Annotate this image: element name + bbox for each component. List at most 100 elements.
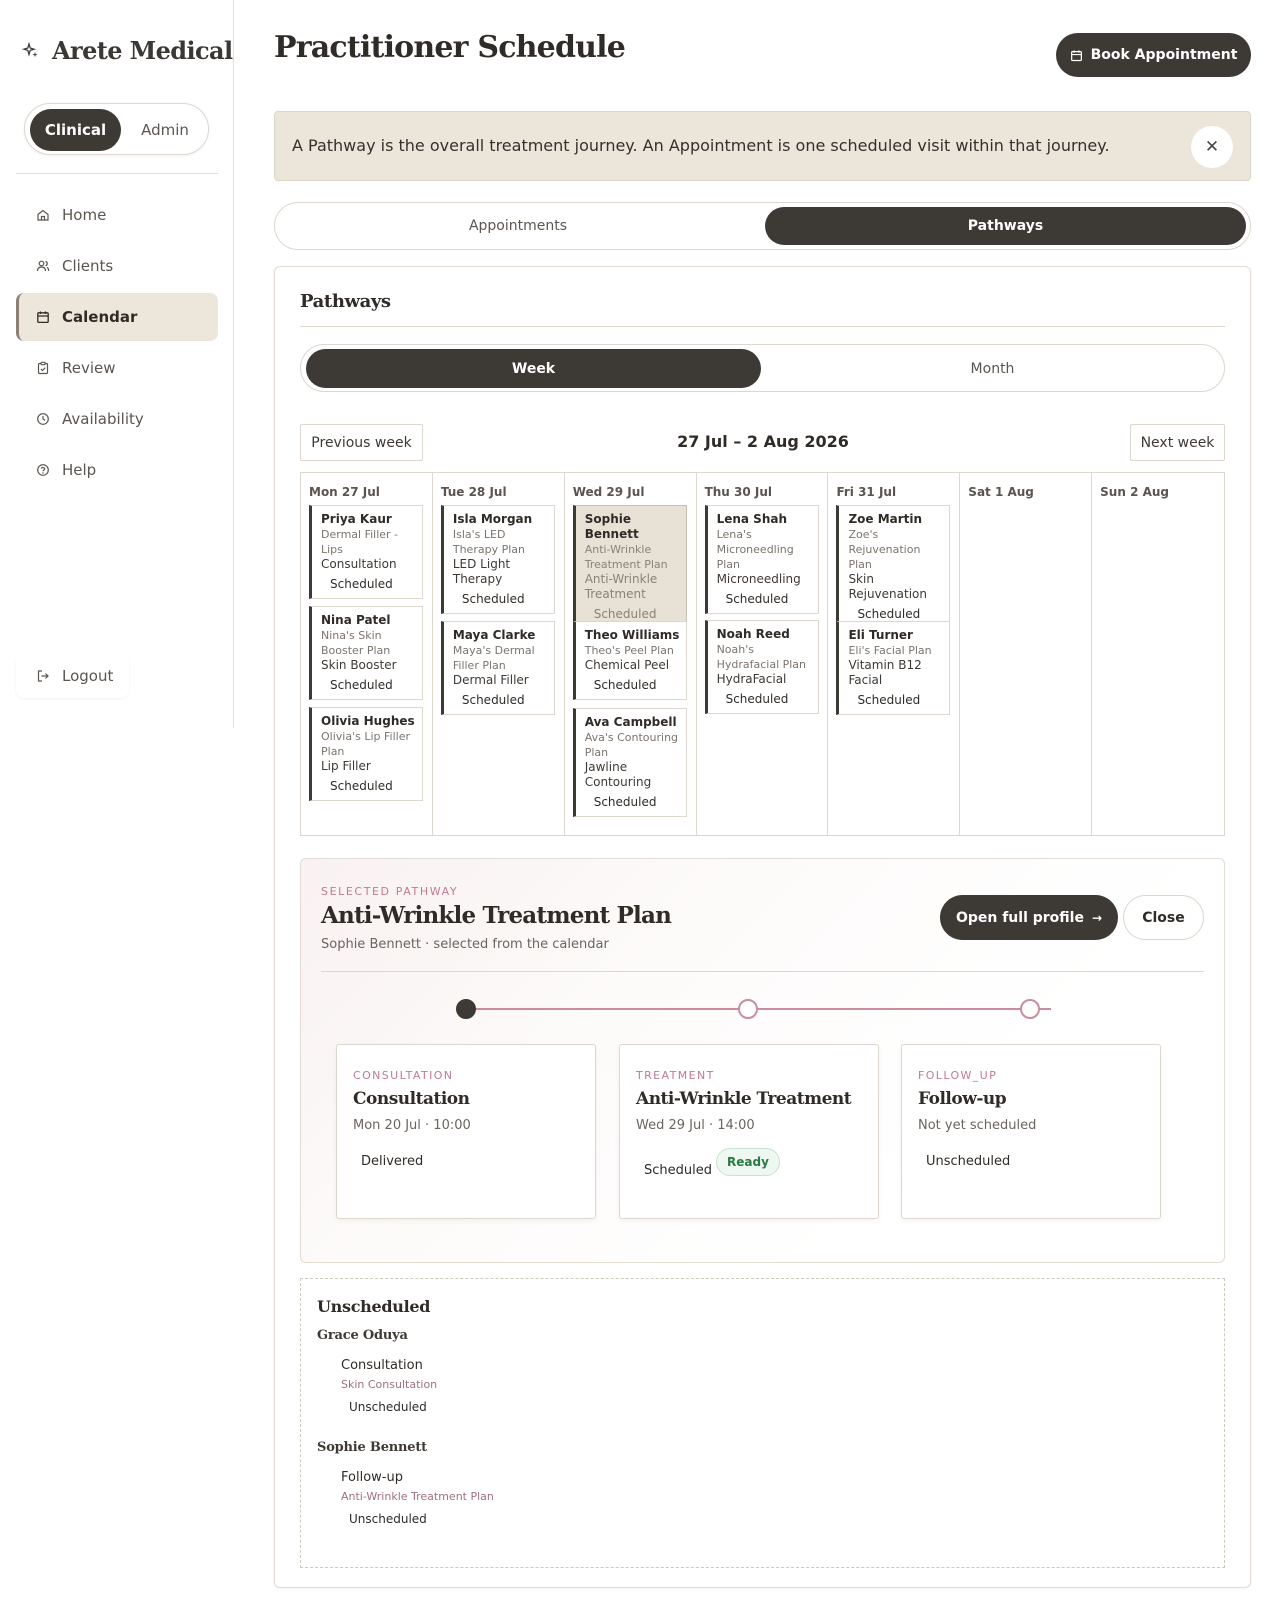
unscheduled-status: Unscheduled [349, 1512, 427, 1526]
pathway-card[interactable]: Priya Kaur Dermal Filler - Lips Consulta… [309, 505, 423, 599]
card-status: Scheduled [330, 779, 393, 793]
card-plan: Ava's Contouring Plan [584, 731, 679, 759]
sidebar-item-help[interactable]: Help [16, 446, 218, 494]
sidebar-item-label: Clients [62, 257, 114, 275]
sidebar-item-clients[interactable]: Clients [16, 242, 218, 290]
card-client: Priya Kaur [321, 512, 392, 526]
step-title: Anti-Wrinkle Treatment [636, 1089, 852, 1109]
step-eyebrow: FOLLOW_UP [918, 1069, 998, 1082]
sidebar-item-label: Review [62, 359, 116, 377]
clock-icon [36, 412, 50, 426]
pathway-card[interactable]: Noah Reed Noah's Hydrafacial Plan HydraF… [704, 620, 819, 714]
selected-pathway-panel: SELECTED PATHWAY Anti-Wrinkle Treatment … [300, 858, 1225, 1263]
card-client: Eli Turner [848, 628, 913, 642]
card-plan: Anti-Wrinkle Treatment Plan [584, 543, 668, 571]
card-status: Scheduled [593, 678, 657, 692]
pathway-step-treatment[interactable]: TREATMENT Anti-Wrinkle Treatment Wed 29 … [619, 1044, 879, 1219]
progress-dot-pending [1020, 999, 1040, 1019]
card-client: Zoe Martin [848, 512, 923, 526]
day-column-fri: Fri 31 Jul Zoe Martin Zoe's Rejuvenation… [828, 473, 961, 835]
selected-pathway-title: Anti-Wrinkle Treatment Plan [321, 902, 672, 929]
close-icon[interactable]: ✕ [1191, 126, 1233, 168]
step-when: Wed 29 Jul · 14:00 [636, 1118, 755, 1133]
mode-switch: Clinical Admin [24, 103, 209, 155]
card-plan: Olivia's Lip Filler Plan [321, 730, 410, 758]
card-treatment: Anti-Wrinkle Treatment [584, 572, 658, 601]
unscheduled-title: Unscheduled [317, 1297, 431, 1316]
pathway-card[interactable]: Isla Morgan Isla's LED Therapy Plan LED … [440, 505, 555, 614]
tab-appointments[interactable]: Appointments [279, 207, 757, 245]
sidebar-item-label: Help [62, 461, 97, 479]
unscheduled-section: Unscheduled Grace Oduya Consultation Ski… [300, 1278, 1225, 1568]
pathway-card[interactable]: Zoe Martin Zoe's Rejuvenation Plan Skin … [836, 505, 951, 629]
card-status: Scheduled [857, 607, 921, 621]
sidebar-item-label: Calendar [62, 308, 138, 326]
card-status: Scheduled [461, 693, 525, 707]
open-full-profile-button[interactable]: Open full profile → [940, 895, 1118, 940]
day-column-sun: Sun 2 Aug [1092, 473, 1224, 835]
card-treatment: Skin Rejuvenation [848, 572, 927, 601]
sidebar-item-availability[interactable]: Availability [16, 395, 218, 443]
sidebar-item-review[interactable]: Review [16, 344, 218, 392]
unscheduled-plan: Anti-Wrinkle Treatment Plan [341, 1490, 494, 1503]
card-client: Lena Shah [716, 512, 788, 526]
view-tabs: Appointments Pathways [274, 202, 1251, 250]
card-status: Scheduled [857, 693, 921, 707]
mode-admin-button[interactable]: Admin [125, 109, 205, 151]
brand[interactable]: Arete Medical [22, 36, 233, 65]
card-plan: Maya's Dermal Filler Plan [452, 644, 535, 672]
calendar-icon [36, 310, 50, 324]
card-treatment: Consultation [321, 557, 397, 571]
logout-label: Logout [62, 667, 114, 685]
sidebar-item-home[interactable]: Home [16, 191, 218, 239]
selected-divider [321, 971, 1204, 972]
pathway-card-selected[interactable]: Sophie Bennett Anti-Wrinkle Treatment Pl… [572, 505, 687, 629]
card-plan: Eli's Facial Plan [848, 644, 932, 657]
day-column-thu: Thu 30 Jul Lena Shah Lena's Microneedlin… [697, 473, 829, 835]
unscheduled-status: Unscheduled [349, 1400, 427, 1414]
unscheduled-plan: Skin Consultation [341, 1378, 438, 1391]
card-client: Noah Reed [716, 627, 790, 641]
sidebar-item-calendar[interactable]: Calendar [16, 293, 218, 341]
month-toggle[interactable]: Month [765, 349, 1220, 388]
pathway-card[interactable]: Maya Clarke Maya's Dermal Filler Plan De… [440, 621, 555, 715]
week-toggle[interactable]: Week [306, 349, 761, 388]
step-title: Consultation [353, 1089, 470, 1109]
close-button[interactable]: Close [1123, 895, 1204, 940]
card-client: Olivia Hughes [321, 714, 415, 728]
pathway-step-follow-up[interactable]: FOLLOW_UP Follow-up Not yet scheduled Un… [901, 1044, 1161, 1219]
pathway-card[interactable]: Eli Turner Eli's Facial Plan Vitamin B12… [836, 621, 951, 715]
page-title: Practitioner Schedule [274, 30, 626, 65]
day-column-sat: Sat 1 Aug [960, 473, 1093, 835]
pathway-card[interactable]: Theo Williams Theo's Peel Plan Chemical … [572, 621, 687, 700]
pathway-card[interactable]: Nina Patel Nina's Skin Booster Plan Skin… [309, 606, 423, 700]
card-client: Ava Campbell [584, 715, 677, 729]
clipboard-icon [36, 361, 50, 375]
arrow-right-icon: → [1091, 910, 1103, 925]
step-status: Delivered [361, 1154, 424, 1169]
next-week-button[interactable]: Next week [1130, 424, 1225, 461]
unscheduled-client: Grace Oduya [317, 1328, 408, 1343]
open-full-profile-label: Open full profile [955, 909, 1084, 926]
day-header: Sat 1 Aug [968, 485, 1034, 499]
selected-pathway-subtitle: Sophie Bennett · selected from the calen… [321, 937, 609, 952]
pathways-panel: Pathways Week Month Previous week 27 Jul… [274, 266, 1251, 1588]
logout-button[interactable]: Logout [16, 654, 129, 698]
pathway-card[interactable]: Lena Shah Lena's Microneedling Plan Micr… [704, 505, 819, 614]
pathway-step-consultation[interactable]: CONSULTATION Consultation Mon 20 Jul · 1… [336, 1044, 596, 1219]
pathway-card[interactable]: Ava Campbell Ava's Contouring Plan Jawli… [572, 708, 687, 817]
card-treatment: Dermal Filler [452, 673, 529, 687]
previous-week-button[interactable]: Previous week [300, 424, 423, 461]
day-header: Tue 28 Jul [440, 485, 507, 499]
book-appointment-button[interactable]: Book Appointment [1056, 33, 1251, 77]
day-header: Wed 29 Jul [572, 485, 645, 499]
mode-clinical-button[interactable]: Clinical [30, 109, 121, 151]
card-plan: Theo's Peel Plan [584, 644, 674, 657]
card-treatment: Lip Filler [321, 759, 371, 773]
pathway-card[interactable]: Olivia Hughes Olivia's Lip Filler Plan L… [309, 707, 423, 801]
tab-pathways[interactable]: Pathways [765, 207, 1246, 245]
card-status: Scheduled [593, 795, 657, 809]
day-column-tue: Tue 28 Jul Isla Morgan Isla's LED Therap… [433, 473, 565, 835]
card-treatment: LED Light Therapy [452, 557, 511, 586]
week-calendar: Mon 27 Jul Priya Kaur Dermal Filler - Li… [300, 472, 1225, 836]
